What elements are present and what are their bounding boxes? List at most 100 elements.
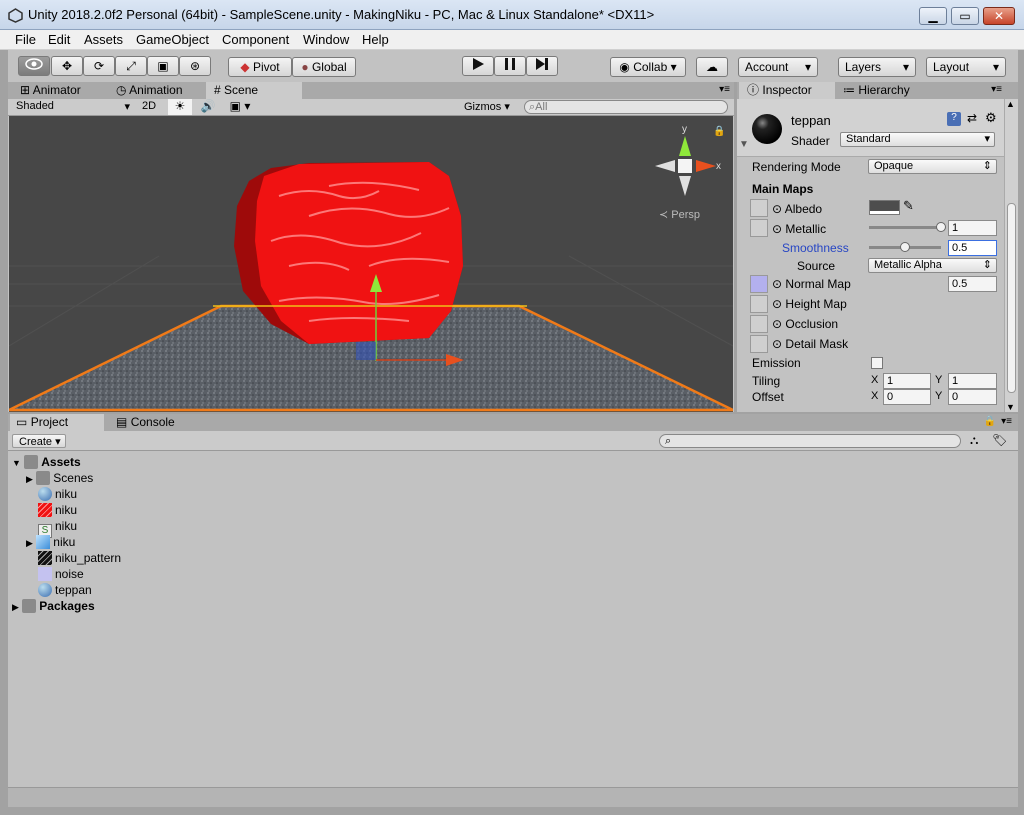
tab-animator[interactable]: ⊞ Animator: [12, 82, 110, 99]
cloud-button[interactable]: ☁: [696, 57, 728, 77]
offset-y-field[interactable]: 0: [948, 389, 997, 405]
minimize-button[interactable]: ▁: [919, 7, 947, 25]
menu-assets[interactable]: Assets: [84, 32, 123, 47]
tree-niku-texture[interactable]: niku: [38, 502, 77, 518]
menu-gameobject[interactable]: GameObject: [136, 32, 209, 47]
tab-hierarchy[interactable]: ≔ Hierarchy: [835, 82, 933, 99]
normal-scale-field[interactable]: 0.5: [948, 276, 997, 292]
occlusion-texture-slot[interactable]: [750, 315, 768, 333]
smoothness-value-field[interactable]: 0.5: [948, 240, 997, 256]
shading-mode-dropdown[interactable]: Shaded ▾: [10, 100, 132, 114]
menu-component[interactable]: Component: [222, 32, 289, 47]
collapse-arrow-icon[interactable]: ▶: [12, 602, 19, 612]
gear-icon[interactable]: ⚙: [985, 110, 997, 126]
source-dropdown[interactable]: Metallic Alpha ⇕: [868, 258, 997, 273]
metallic-texture-slot[interactable]: [750, 219, 768, 237]
2d-toggle[interactable]: 2D: [136, 100, 162, 112]
step-button[interactable]: [526, 56, 558, 76]
emission-checkbox[interactable]: [871, 357, 883, 369]
inspector-scrollbar-thumb[interactable]: [1007, 203, 1016, 393]
picker-dot-icon[interactable]: ⊙: [772, 297, 782, 311]
tree-assets-folder[interactable]: ▼ Assets: [12, 454, 81, 470]
layout-dropdown[interactable]: Layout ▾: [926, 57, 1006, 77]
scroll-down-icon[interactable]: ▼: [1006, 402, 1015, 412]
filter-by-type-icon[interactable]: ⛬: [970, 433, 978, 448]
metallic-value-field[interactable]: 1: [948, 220, 997, 236]
collapse-arrow-icon[interactable]: ▶: [26, 538, 33, 548]
transform-tool-button[interactable]: ⊛: [179, 56, 211, 76]
pivot-toggle[interactable]: ◆ Pivot: [228, 57, 292, 77]
scene-viewport[interactable]: y x 🔒 ≺ Persp: [9, 116, 733, 412]
tab-console[interactable]: ▤ Console: [108, 414, 202, 431]
help-icon[interactable]: ?: [947, 112, 961, 126]
rect-tool-button[interactable]: ▣: [147, 56, 179, 76]
scene-search-input[interactable]: ⌕All: [524, 100, 728, 114]
picker-dot-icon[interactable]: ⊙: [772, 277, 782, 291]
global-toggle[interactable]: ● Global: [292, 57, 356, 77]
account-dropdown[interactable]: Account ▾: [738, 57, 818, 77]
picker-dot-icon[interactable]: ⊙: [772, 202, 782, 216]
z-axis-handle[interactable]: [356, 342, 376, 360]
eyedropper-icon[interactable]: ✎: [903, 198, 914, 214]
scale-tool-button[interactable]: ⤢: [115, 56, 147, 76]
lock-icon[interactable]: 🔒: [713, 125, 725, 137]
tree-scenes-folder[interactable]: ▶ Scenes: [26, 470, 93, 486]
tab-inspector[interactable]: ⓘ Inspector: [739, 82, 835, 99]
move-tool-button[interactable]: ✥: [51, 56, 83, 76]
scroll-up-icon[interactable]: ▲: [1006, 99, 1015, 109]
metallic-slider-thumb[interactable]: [936, 222, 946, 232]
panel-menu-icon[interactable]: ▾≡: [1001, 416, 1012, 427]
niku-mesh[interactable]: [234, 162, 463, 344]
pause-button[interactable]: [494, 56, 526, 76]
layers-dropdown[interactable]: Layers ▾: [838, 57, 916, 77]
close-button[interactable]: ✕: [983, 7, 1015, 25]
play-button[interactable]: [462, 56, 494, 76]
menu-window[interactable]: Window: [303, 32, 349, 47]
lighting-toggle[interactable]: ☀: [168, 99, 192, 115]
panel-menu-icon[interactable]: ▾≡: [719, 84, 730, 95]
maximize-button[interactable]: ▭: [951, 7, 979, 25]
menu-file[interactable]: File: [15, 32, 36, 47]
picker-dot-icon[interactable]: ⊙: [772, 337, 782, 351]
gizmos-dropdown[interactable]: Gizmos ▾: [464, 100, 518, 113]
detail-mask-texture-slot[interactable]: [750, 335, 768, 353]
picker-dot-icon[interactable]: ⊙: [772, 222, 782, 236]
shader-dropdown[interactable]: Standard ▾: [840, 132, 995, 147]
audio-toggle[interactable]: 🔊: [196, 99, 220, 113]
collapse-arrow-icon[interactable]: ▶: [26, 474, 33, 484]
offset-x-field[interactable]: 0: [883, 389, 931, 405]
normal-map-texture-slot[interactable]: [750, 275, 768, 293]
expand-arrow-icon[interactable]: ▼: [12, 458, 21, 468]
tiling-y-field[interactable]: 1: [948, 373, 997, 389]
albedo-color-swatch[interactable]: [869, 200, 900, 215]
inspector-scrollbar[interactable]: ▲ ▼: [1004, 99, 1018, 412]
tree-niku-pattern[interactable]: niku_pattern: [38, 550, 121, 566]
albedo-texture-slot[interactable]: [750, 199, 768, 217]
smoothness-slider-thumb[interactable]: [900, 242, 910, 252]
collab-button[interactable]: ◉ Collab ▾: [610, 57, 686, 77]
tree-niku-material[interactable]: niku: [38, 486, 77, 502]
lock-icon[interactable]: 🔒: [984, 416, 996, 427]
persp-label[interactable]: ≺ Persp: [659, 209, 700, 221]
tree-packages-folder[interactable]: ▶ Packages: [12, 598, 95, 614]
metallic-slider-track[interactable]: [869, 226, 941, 229]
project-search-input[interactable]: ⌕: [659, 434, 961, 448]
tab-scene[interactable]: # Scene: [206, 82, 302, 99]
foldout-arrow-icon[interactable]: ▼: [739, 139, 749, 150]
tiling-x-field[interactable]: 1: [883, 373, 931, 389]
rotate-tool-button[interactable]: ⟳: [83, 56, 115, 76]
tree-noise[interactable]: noise: [38, 566, 84, 582]
menu-edit[interactable]: Edit: [48, 32, 70, 47]
filter-by-label-icon[interactable]: 🏷: [992, 433, 1007, 447]
create-dropdown[interactable]: Create ▾: [12, 434, 66, 448]
tab-animation[interactable]: ◷ Animation: [110, 82, 206, 99]
view-tool-button[interactable]: [18, 56, 50, 76]
tree-niku-prefab[interactable]: ▶ niku: [26, 534, 75, 550]
tree-teppan[interactable]: teppan: [38, 582, 92, 598]
preset-icon[interactable]: ⇄: [967, 111, 977, 125]
effects-dropdown[interactable]: ▣ ▾: [224, 99, 256, 113]
tree-niku-script[interactable]: Sniku: [38, 518, 77, 538]
height-map-texture-slot[interactable]: [750, 295, 768, 313]
menu-help[interactable]: Help: [362, 32, 389, 47]
tab-project[interactable]: ▭ Project: [10, 414, 104, 431]
